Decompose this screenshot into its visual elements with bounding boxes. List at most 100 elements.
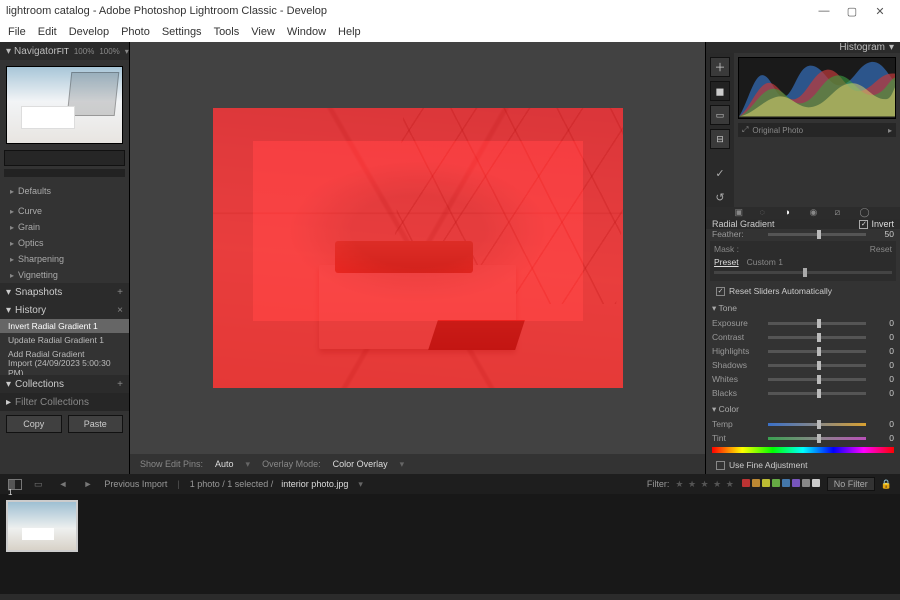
mask-label: Mask : [714, 244, 739, 254]
brush-icon[interactable]: ⧄ [835, 207, 847, 219]
redeye-icon[interactable]: ◉ [810, 207, 822, 219]
filmstrip-thumb[interactable] [6, 500, 78, 552]
reset-sliders-checkbox[interactable]: ✓ [716, 287, 725, 296]
minimize-button[interactable]: — [810, 5, 838, 17]
breadcrumb-source[interactable]: Previous Import [104, 479, 167, 489]
overlay-mode-value[interactable]: Color Overlay [333, 459, 388, 469]
expand-icon: ⤢ [742, 125, 748, 135]
heal-icon[interactable]: ◌ [760, 207, 772, 219]
snapshots-header[interactable]: ▾ Snapshots + [0, 283, 129, 301]
chevron-right-icon: ▸ [10, 187, 14, 196]
chevron-right-icon: ▸ [10, 223, 14, 232]
menu-edit[interactable]: Edit [38, 26, 57, 38]
shadows-slider[interactable]: Shadows0 [706, 358, 900, 372]
contrast-slider[interactable]: Contrast0 [706, 330, 900, 344]
preset-defaults[interactable]: ▸ Defaults [0, 183, 129, 199]
second-monitor-icon[interactable]: ▭ [30, 479, 47, 490]
highlights-slider[interactable]: Highlights0 [706, 344, 900, 358]
rating-filter[interactable]: ★ ★ ★ ★ ★ [675, 479, 734, 490]
preset-grain[interactable]: ▸Grain [0, 219, 129, 235]
exposure-slider[interactable]: Exposure0 [706, 316, 900, 330]
mask-tab-custom[interactable]: Custom 1 [747, 257, 783, 267]
filmstrip[interactable]: 1 [0, 494, 900, 594]
add-mask-button[interactable]: ＋ [710, 57, 730, 77]
original-photo-toggle[interactable]: ⤢ Original Photo ▸ [738, 123, 896, 137]
menu-help[interactable]: Help [338, 26, 361, 38]
feather-slider[interactable]: Feather: 50 [706, 229, 900, 239]
radial-gradient-region[interactable] [253, 141, 583, 321]
crop-icon[interactable]: ▣ [735, 207, 747, 219]
invert-checkbox[interactable]: ✓ [859, 220, 868, 229]
mask-thumb[interactable]: ◼ [710, 81, 730, 101]
color-label-filter[interactable] [741, 479, 821, 489]
panel-grabber[interactable] [0, 594, 900, 600]
zoom-pct[interactable]: 100% [99, 47, 119, 56]
filter-label: Filter: [647, 479, 670, 489]
navigator-preview[interactable] [6, 66, 123, 144]
history-row[interactable]: Import (24/09/2023 5:00:30 PM) [0, 361, 129, 375]
add-icon[interactable]: + [117, 287, 123, 298]
app-frame: ▾ Navigator FIT 100% 100% ▾ ▸ Defaults ▸… [0, 42, 900, 600]
mask-tool-column: ＋ ◼ ▭ ⊟ ✓ ↺ [706, 53, 734, 207]
mask-option-icon[interactable]: ⊟ [710, 129, 730, 149]
mask-tab-preset[interactable]: Preset [714, 257, 739, 267]
history-row[interactable]: Update Radial Gradient 1 [0, 333, 129, 347]
preset-vignetting[interactable]: ▸Vignetting [0, 267, 129, 283]
mask-reset[interactable]: Reset [870, 244, 892, 254]
canvas[interactable] [130, 42, 705, 454]
collections-header[interactable]: ▾ Collections + [0, 375, 129, 393]
show-edit-pins-label: Show Edit Pins: [140, 459, 203, 469]
chevron-down-icon: ▾ [712, 404, 716, 414]
tool-strip: ▣ ◌ ◑ ◉ ⧄ ◯ [706, 207, 900, 219]
close-button[interactable]: ✕ [866, 5, 894, 18]
nav-back-icon[interactable]: ◄ [55, 479, 72, 489]
menu-photo[interactable]: Photo [121, 26, 150, 38]
whites-slider[interactable]: Whites0 [706, 372, 900, 386]
preset-scrollbar[interactable] [4, 169, 125, 177]
history-header[interactable]: ▾ History × [0, 301, 129, 319]
temp-slider[interactable]: Temp0 [706, 417, 900, 431]
fine-adjust-checkbox[interactable] [716, 461, 725, 470]
preset-optics[interactable]: ▸Optics [0, 235, 129, 251]
canvas-toolbar: Show Edit Pins: Auto ▾ Overlay Mode: Col… [130, 454, 705, 474]
copy-button[interactable]: Copy [6, 415, 62, 433]
chevron-right-icon: ▸ [10, 255, 14, 264]
zoom-100[interactable]: 100% [74, 47, 94, 56]
chevron-down-icon[interactable]: ▾ [358, 479, 363, 490]
menu-tools[interactable]: Tools [214, 26, 240, 38]
histogram-header[interactable]: Histogram ▾ [706, 42, 900, 53]
preset-tabs[interactable] [4, 150, 125, 166]
clear-icon[interactable]: × [117, 305, 123, 316]
maximize-button[interactable]: ▢ [838, 5, 866, 18]
hue-strip[interactable] [712, 447, 894, 453]
chevron-down-icon: ▾ [889, 42, 894, 53]
menu-file[interactable]: File [8, 26, 26, 38]
menu-view[interactable]: View [251, 26, 275, 38]
menu-develop[interactable]: Develop [69, 26, 109, 38]
show-edit-pins-value[interactable]: Auto [215, 459, 234, 469]
menu-window[interactable]: Window [287, 26, 326, 38]
navigator-header[interactable]: ▾ Navigator FIT 100% 100% ▾ [0, 42, 129, 60]
history-row[interactable]: Invert Radial Gradient 1 [0, 319, 129, 333]
photo-preview[interactable] [213, 108, 623, 388]
add-icon[interactable]: + [117, 379, 123, 390]
tint-slider[interactable]: Tint0 [706, 431, 900, 445]
nav-fwd-icon[interactable]: ► [79, 479, 96, 489]
filter-preset[interactable]: No Filter [827, 477, 875, 491]
zoom-menu-icon[interactable]: ▾ [125, 47, 129, 56]
check-icon[interactable]: ✓ [710, 163, 730, 183]
zoom-fit[interactable]: FIT [57, 47, 69, 56]
chevron-down-icon: ▾ [6, 305, 11, 316]
discard-icon[interactable]: ↺ [710, 187, 730, 207]
blacks-slider[interactable]: Blacks0 [706, 386, 900, 400]
mask-option-icon[interactable]: ▭ [710, 105, 730, 125]
paste-button[interactable]: Paste [68, 415, 124, 433]
filter-collections[interactable]: ▸ Filter Collections [0, 393, 129, 411]
filter-lock-icon[interactable]: 🔒 [881, 479, 892, 490]
radial-icon[interactable]: ◯ [860, 207, 872, 219]
preset-sharpening[interactable]: ▸Sharpening [0, 251, 129, 267]
histogram[interactable] [738, 57, 896, 119]
menu-settings[interactable]: Settings [162, 26, 202, 38]
preset-curve[interactable]: ▸Curve [0, 203, 129, 219]
mask-icon[interactable]: ◑ [785, 207, 797, 219]
